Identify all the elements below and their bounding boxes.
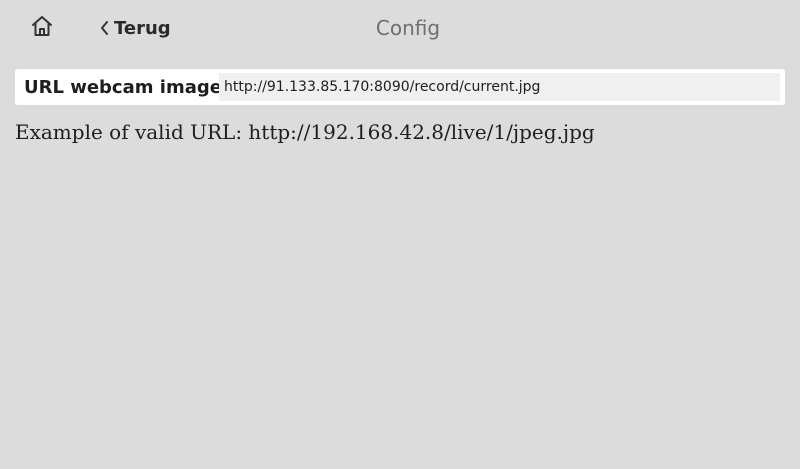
webcam-url-label: URL webcam image <box>24 77 222 98</box>
url-example-hint: Example of valid URL: http://192.168.42.… <box>15 120 595 144</box>
top-bar: Terug Config <box>0 0 800 56</box>
webcam-url-input[interactable] <box>219 73 780 101</box>
page-title: Config <box>375 16 441 40</box>
webcam-url-row: URL webcam image <box>15 69 785 105</box>
